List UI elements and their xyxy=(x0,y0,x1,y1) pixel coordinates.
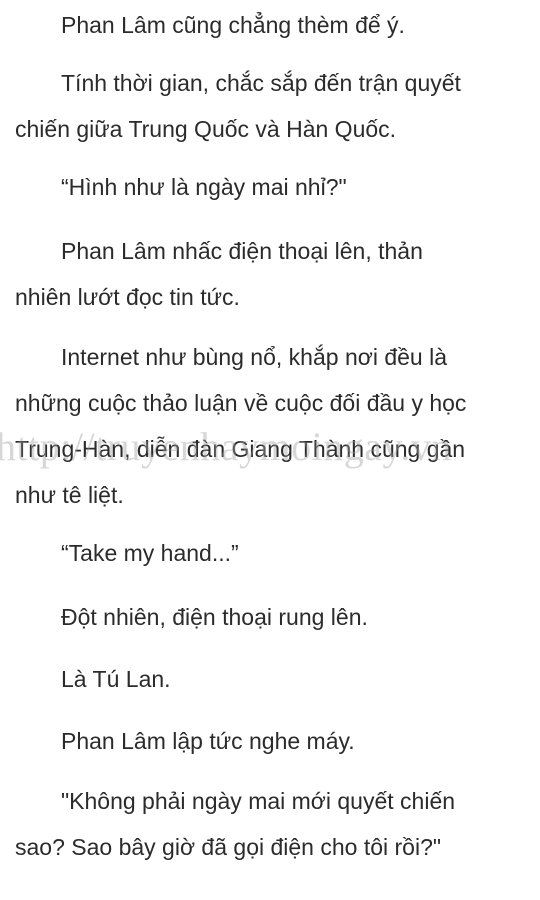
paragraph-2: Tính thời gian, chắc sắp đến trận quyết … xyxy=(15,70,461,142)
paragraph-9: Phan Lâm lập tức nghe máy. xyxy=(61,728,355,754)
watermark-url: http://truyenhaymoingay.vn xyxy=(0,424,452,469)
paragraph-7: Đột nhiên, điện thoại rung lên. xyxy=(61,604,368,630)
reader-page: Phan Lâm cũng chẳng thèm để ý. Tính thời… xyxy=(0,0,540,900)
paragraph-10: "Không phải ngày mai mới quyết chiến sao… xyxy=(15,788,456,860)
paragraph-3: “Hình như là ngày mai nhỉ?" xyxy=(61,174,347,200)
paragraph-1: Phan Lâm cũng chẳng thèm để ý. xyxy=(61,12,405,38)
paragraph-4: Phan Lâm nhấc điện thoại lên, thản nhiên… xyxy=(15,238,423,310)
paragraph-8: Là Tú Lan. xyxy=(61,666,171,692)
paragraph-6: “Take my hand...” xyxy=(61,540,239,566)
